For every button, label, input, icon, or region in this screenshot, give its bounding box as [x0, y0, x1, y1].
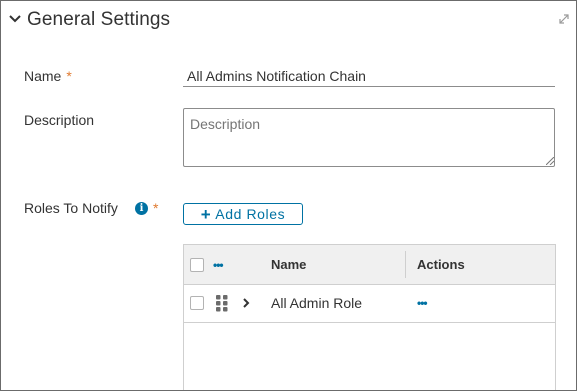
description-field[interactable] [183, 108, 555, 167]
column-header-name[interactable]: Name [271, 257, 306, 272]
required-mark: * [66, 68, 72, 84]
roles-grid: ••• Name Actions All Admin Role ••• [183, 244, 556, 390]
chevron-right-icon[interactable] [241, 297, 251, 309]
description-label: Description [24, 112, 95, 128]
panel-header[interactable]: General Settings [1, 1, 576, 39]
column-header-actions: Actions [417, 257, 465, 272]
expand-icon[interactable] [558, 13, 570, 25]
table-row[interactable]: All Admin Role ••• [184, 285, 555, 323]
more-actions-icon[interactable]: ••• [213, 259, 224, 271]
grid-header: ••• Name Actions [184, 245, 555, 285]
select-all-checkbox[interactable] [190, 258, 204, 272]
name-label-text: Name [24, 68, 62, 84]
plus-icon: + [200, 204, 212, 224]
info-icon[interactable]: i [135, 202, 148, 215]
name-field[interactable] [183, 65, 555, 87]
resize-grip-icon[interactable] [546, 157, 554, 165]
chevron-down-icon[interactable] [8, 12, 22, 26]
add-roles-button[interactable]: + Add Roles [183, 203, 303, 225]
row-checkbox[interactable] [190, 296, 204, 310]
panel-title: General Settings [27, 9, 171, 30]
drag-handle-icon[interactable] [215, 294, 229, 312]
row-name: All Admin Role [271, 295, 363, 311]
roles-label: Roles To Notify [24, 200, 118, 216]
add-roles-label: Add Roles [215, 206, 286, 222]
general-settings-panel: General Settings Name* Description Roles… [0, 0, 577, 391]
column-separator[interactable] [405, 251, 406, 278]
name-label: Name * [24, 68, 72, 84]
row-actions-icon[interactable]: ••• [417, 297, 428, 309]
roles-required-mark: * [153, 200, 159, 216]
